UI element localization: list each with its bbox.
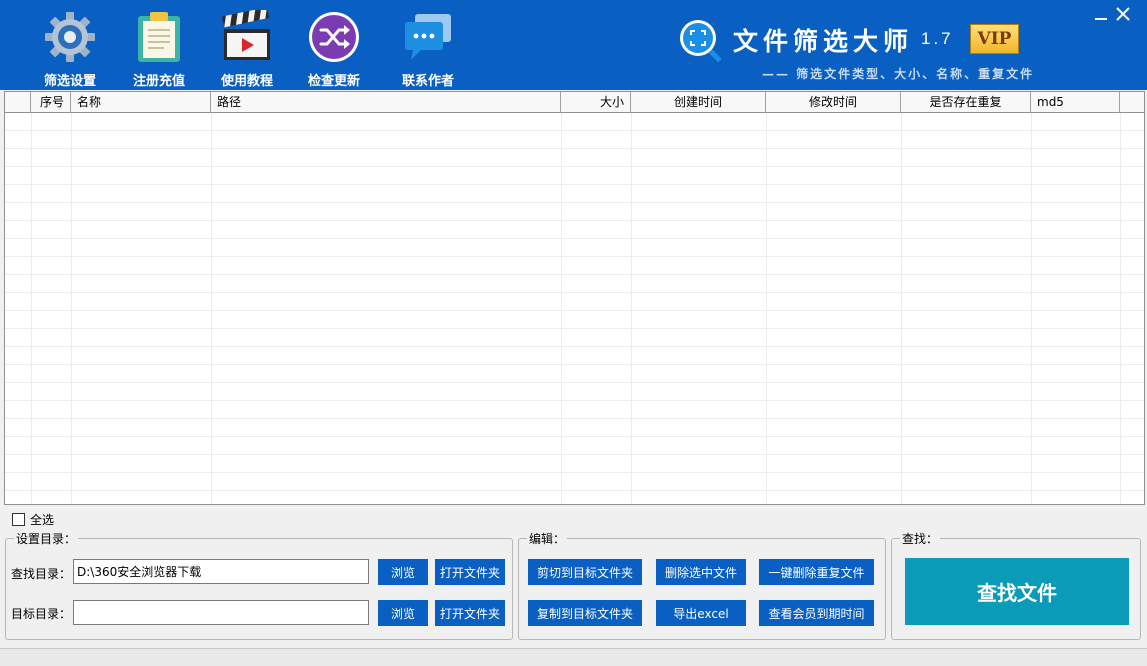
settings-group-title: 设置目录：	[14, 530, 79, 547]
select-all-label: 全选	[30, 512, 55, 527]
clapperboard-icon	[220, 7, 274, 64]
cut-to-target-button[interactable]: 剪切到目标文件夹	[528, 559, 642, 585]
toolbar-label: 使用教程	[220, 74, 273, 89]
minimize-icon[interactable]	[1091, 4, 1111, 24]
contact-author-button[interactable]: 联系作者	[388, 8, 468, 89]
vip-badge: VIP	[970, 24, 1019, 54]
app-header: 筛选设置 注册充值 使用教程 检查更新 联系作者 文件筛选大师 1.7 VIP …	[0, 0, 1147, 90]
column-divider	[561, 113, 562, 504]
status-bar	[0, 648, 1147, 666]
column-header-path[interactable]: 路径	[211, 92, 561, 113]
search-dir-browse-button[interactable]: 浏览	[378, 559, 428, 585]
search-dir-label: 查找目录：	[11, 567, 72, 581]
magnifier-logo-icon	[676, 16, 726, 66]
column-divider	[71, 113, 72, 504]
shuffle-icon	[307, 10, 361, 64]
column-header-index[interactable]: 序号	[31, 92, 71, 113]
app-title: 文件筛选大师	[733, 27, 914, 56]
delete-duplicates-button[interactable]: 一键删除重复文件	[759, 559, 874, 585]
filter-settings-button[interactable]: 筛选设置	[30, 8, 110, 89]
app-subtitle: —— 筛选文件类型、大小、名称、重复文件	[762, 67, 1035, 81]
file-results-table[interactable]: 序号 名称 路径 大小 创建时间 修改时间 是否存在重复 md5	[4, 91, 1145, 505]
column-header-size[interactable]: 大小	[561, 92, 631, 113]
column-divider	[901, 113, 902, 504]
column-divider	[1031, 113, 1032, 504]
column-divider	[1120, 113, 1121, 504]
export-excel-button[interactable]: 导出excel	[656, 600, 746, 626]
toolbar-label: 检查更新	[307, 74, 360, 89]
tutorial-button[interactable]: 使用教程	[207, 7, 287, 89]
target-dir-input[interactable]	[73, 600, 369, 625]
copy-to-target-button[interactable]: 复制到目标文件夹	[528, 600, 642, 626]
search-dir-open-folder-button[interactable]: 打开文件夹	[435, 559, 505, 585]
table-body	[5, 113, 1144, 504]
table-header: 序号 名称 路径 大小 创建时间 修改时间 是否存在重复 md5	[5, 92, 1144, 113]
checkbox-box[interactable]	[12, 512, 25, 526]
toolbar-label: 联系作者	[401, 74, 454, 89]
clipboard-icon	[132, 10, 186, 64]
toolbar-label: 筛选设置	[43, 74, 96, 89]
search-dir-input[interactable]	[73, 559, 369, 584]
target-dir-browse-button[interactable]: 浏览	[378, 600, 428, 626]
column-divider	[211, 113, 212, 504]
check-update-button[interactable]: 检查更新	[294, 8, 374, 89]
delete-selected-button[interactable]: 删除选中文件	[656, 559, 746, 585]
column-divider	[631, 113, 632, 504]
select-all-checkbox[interactable]: 全选	[12, 511, 54, 527]
column-header-md5[interactable]: md5	[1031, 92, 1120, 113]
check-member-expiry-button[interactable]: 查看会员到期时间	[759, 600, 874, 626]
column-header-duplicate[interactable]: 是否存在重复	[901, 92, 1031, 113]
column-divider	[766, 113, 767, 504]
gear-icon	[43, 10, 97, 64]
app-version: 1.7	[921, 29, 954, 48]
column-header-created[interactable]: 创建时间	[631, 92, 766, 113]
search-group-title: 查找：	[900, 530, 941, 547]
register-recharge-button[interactable]: 注册充值	[119, 8, 199, 89]
find-files-button[interactable]: 查找文件	[905, 558, 1129, 625]
toolbar-label: 注册充值	[132, 74, 185, 89]
edit-group-title: 编辑：	[527, 530, 568, 547]
close-icon[interactable]	[1113, 4, 1133, 24]
target-dir-open-folder-button[interactable]: 打开文件夹	[435, 600, 505, 626]
target-dir-label: 目标目录：	[11, 607, 72, 621]
column-header-name[interactable]: 名称	[71, 92, 211, 113]
column-divider	[31, 113, 32, 504]
column-header-modified[interactable]: 修改时间	[766, 92, 901, 113]
row-selector-header	[5, 92, 31, 113]
chat-icon	[401, 10, 455, 64]
